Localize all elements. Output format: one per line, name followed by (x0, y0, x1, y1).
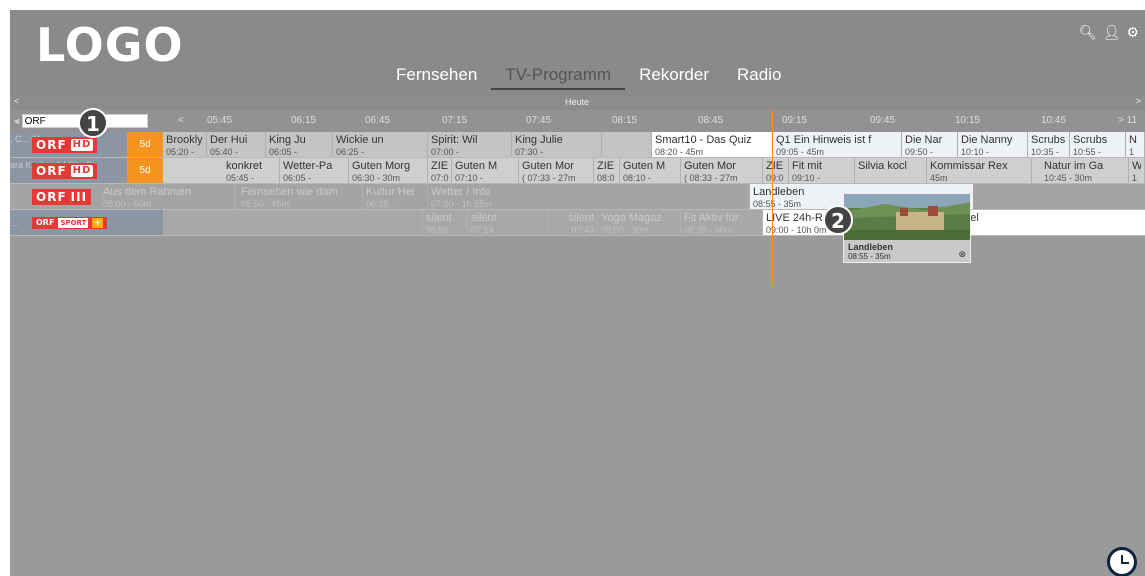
channel-logo: ORF SPORT + (32, 217, 108, 229)
channel-cell[interactable]: ... ORF SPORT + (10, 210, 163, 235)
next-time-button[interactable]: > 11 (1118, 115, 1137, 126)
prev-time-button[interactable]: < (178, 115, 184, 126)
nav-tv-programm[interactable]: TV-Programm (491, 64, 626, 90)
program-tile[interactable]: Natur im Ga 10:45 - 30m (1032, 158, 1129, 183)
program-tile[interactable]: King Ju 06:05 - (266, 132, 333, 157)
preview-caption: Landleben 08:55 - 35m (844, 240, 970, 262)
program-tile[interactable] (602, 132, 652, 157)
program-tile[interactable]: Die Nar 09:50 - (902, 132, 958, 157)
time-tick: 10:45 (1041, 115, 1067, 126)
program-tile[interactable]: N1 (1126, 132, 1145, 157)
channel-row: konkret 05:45 - Wetter-Pa 06:05 - Guten Mo… (10, 158, 1145, 184)
channel-row: Aus dem Rahmen 05:00 - 50m Fernsehen wie … (10, 184, 1145, 210)
program-tile[interactable]: Fernsehen wie dam 05:50 - 45m (235, 184, 363, 209)
time-tick: 07:45 (526, 115, 552, 126)
callout-marker-1: 1 (78, 108, 108, 138)
program-tile[interactable]: silent 07:13 (468, 210, 548, 235)
date-label: Heute (565, 97, 590, 107)
nav-fernsehen[interactable]: Fernsehen (382, 64, 491, 90)
channel-logo: ORF III (32, 189, 92, 205)
time-tick: 09:45 (870, 115, 896, 126)
program-tile[interactable]: Landleben 08:55 - 35m (750, 184, 833, 209)
program-tile[interactable]: Fit Aktiv für 08:30 - 30m (681, 210, 763, 235)
main-nav: Fernsehen TV-Programm Rekorder Radio (382, 64, 795, 90)
callout-marker-2: 2 (823, 205, 853, 235)
time-tick: 06:15 (291, 115, 317, 126)
header: LOGO Fernsehen TV-Programm Rekorder Radi… (10, 10, 1145, 96)
landscape-thumbnail (844, 194, 970, 244)
program-tile[interactable]: konkret 05:45 - (223, 158, 280, 183)
nav-radio[interactable]: Radio (723, 64, 795, 90)
time-tick: 08:15 (612, 115, 638, 126)
time-tick: 05:45 (207, 115, 233, 126)
program-tile[interactable]: Scrubs 10:35 - (1028, 132, 1070, 157)
time-tick: 08:45 (698, 115, 724, 126)
channel-row: Brookly 05:20 - Der Hui 05:40 - King Ju 06:… (10, 132, 1145, 158)
date-bar: < Heute > (10, 96, 1145, 110)
close-icon[interactable]: ⊗ (958, 249, 966, 260)
program-tile[interactable]: Brookly 05:20 - (163, 132, 207, 157)
nav-rekorder[interactable]: Rekorder (625, 64, 723, 90)
search-icon[interactable]: 🔍︎ (1079, 24, 1097, 41)
program-tile[interactable]: Aus dem Rahmen 05:00 - 50m (100, 184, 235, 209)
program-tile[interactable]: Yoga Magaz 08:00 - 30m (598, 210, 681, 235)
program-tile[interactable]: Wickie un 06:25 - (333, 132, 428, 157)
time-bar: ⫷ < 05:45 06:15 06:45 07:15 07:45 08:15 … (10, 110, 1145, 132)
channel-logo: ORF HD (32, 163, 98, 179)
program-tile[interactable]: Wetter / Info 07:00 - 1h 55m (428, 184, 750, 209)
program-tile[interactable]: Guten M 07:10 - (452, 158, 519, 183)
program-tile[interactable]: Wetter-Pa 06:05 - (280, 158, 349, 183)
program-tile[interactable]: Silvia kocl (855, 158, 927, 183)
program-tile[interactable]: ZIE 08:0 (594, 158, 620, 183)
program-tile[interactable]: Q1 Ein Hinweis ist f 09:05 - 45m (773, 132, 902, 157)
program-tile[interactable]: Fit mit 09:10 - (789, 158, 855, 183)
program-tile[interactable]: W1 (1129, 158, 1145, 183)
program-tile[interactable]: Der Hui 05:40 - (207, 132, 266, 157)
program-tile[interactable]: Guten M 08:10 - (620, 158, 681, 183)
program-tile[interactable]: silent 07:43 (548, 210, 598, 235)
time-tick: 10:15 (955, 115, 981, 126)
app-window: LOGO Fernsehen TV-Programm Rekorder Radi… (10, 10, 1145, 576)
time-tick: 09:15 (782, 115, 808, 126)
filter-icon[interactable]: ⫷ (14, 116, 20, 127)
channel-logo: ORF HD (32, 137, 98, 153)
program-tile[interactable]: Kommissar Rex 45m (927, 158, 1032, 183)
time-tick: 06:45 (365, 115, 391, 126)
channel-cell[interactable]: ara Kach... 04:30 - 5 ORFHD 5d (10, 158, 163, 183)
program-tile[interactable]: Die Nanny 10:10 - (958, 132, 1028, 157)
replay-badge[interactable]: 5d (127, 158, 163, 183)
program-tile[interactable] (163, 210, 423, 235)
clock-icon[interactable] (1107, 547, 1137, 576)
program-tile[interactable]: ZIE 07:0 (428, 158, 452, 183)
program-tile[interactable]: Guten Mor( 07:33 - 27m (519, 158, 594, 183)
channel-cell[interactable]: ORF III (10, 184, 100, 209)
program-tile[interactable]: ZIE 09:0 (763, 158, 789, 183)
program-tile[interactable]: Guten Morg 06:30 - 30m (349, 158, 428, 183)
replay-badge[interactable]: 5d (127, 132, 163, 157)
user-icon[interactable]: 👤︎ (1103, 24, 1121, 41)
channel-row: silent 06:56 silent 07:13 silent 07:43 Yoga… (10, 210, 1145, 236)
current-time-line (772, 110, 773, 286)
header-icons: 🔍︎ 👤︎ ⚙︎ (1079, 24, 1139, 41)
next-day-button[interactable]: > (1136, 96, 1141, 106)
prev-day-button[interactable]: < (14, 96, 19, 106)
program-tile[interactable]: Spirit: Wil 07:00 - (428, 132, 512, 157)
program-tile[interactable]: Kultur Hei 06:35 - (363, 184, 428, 209)
gear-icon[interactable]: ⚙︎ (1126, 24, 1139, 41)
program-tile[interactable]: Scrubs 10:55 - (1070, 132, 1126, 157)
time-tick: 07:15 (442, 115, 468, 126)
program-tile[interactable]: Guten Mor( 08:33 - 27m (681, 158, 763, 183)
logo[interactable]: LOGO (36, 18, 184, 72)
program-tile[interactable]: King Julie 07:30 - (512, 132, 602, 157)
program-tile[interactable]: Smart10 - Das Quiz 08:20 - 45m (652, 132, 773, 157)
program-tile[interactable]: silent 06:56 (423, 210, 468, 235)
program-preview[interactable]: Landleben 08:55 - 35m ⊗ (843, 193, 971, 263)
